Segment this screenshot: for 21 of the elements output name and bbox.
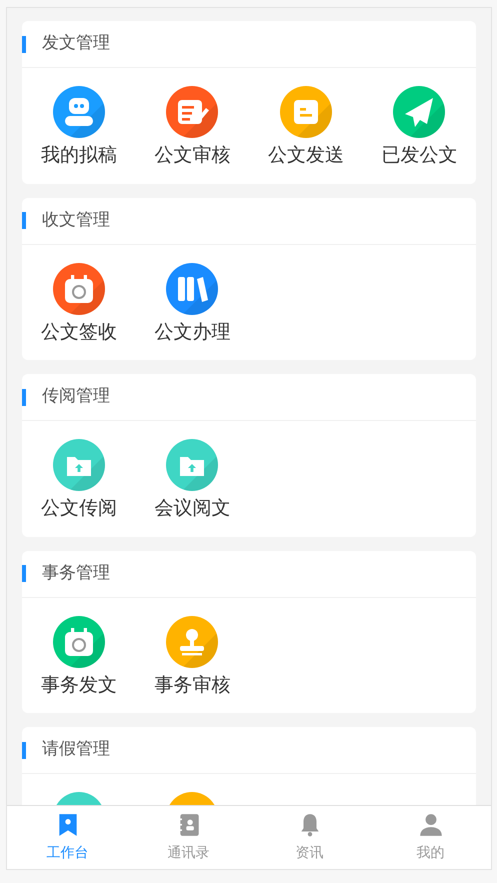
item-label[interactable]: 公文办理 [154,318,230,346]
section-title: 收文管理 [42,208,110,232]
accent-bar [22,388,26,406]
item-label[interactable]: 公文传阅 [40,494,117,522]
item-label[interactable]: 公文审核 [154,141,230,170]
item-label[interactable]: 我的拟稿 [40,141,117,170]
section-title: 事务管理 [42,562,110,585]
section-title: 请假管理 [42,738,110,762]
item-label[interactable]: 会议阅文 [154,494,230,522]
person-icon [418,812,444,838]
section-title: 传阅管理 [42,385,110,408]
accent-bar [22,36,26,52]
item-label[interactable]: 事务发文 [40,670,117,699]
item-label[interactable]: 公文发送 [268,141,344,170]
accent-bar [22,565,26,582]
item-label[interactable]: 公文签收 [40,318,117,346]
item-label[interactable]: 事务审核 [154,670,230,699]
accent-bar [22,742,26,758]
section-title: 发文管理 [42,32,110,56]
accent-bar [22,212,26,229]
item-label[interactable]: 已发公文 [381,141,458,170]
